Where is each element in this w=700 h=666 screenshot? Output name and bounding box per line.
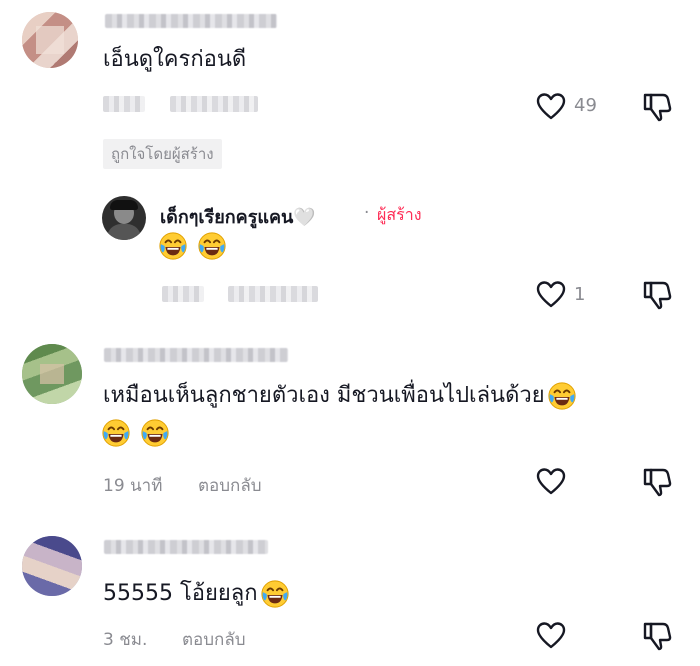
reply-button[interactable]: ตอบกลับ (182, 626, 246, 653)
commenter-avatar[interactable] (22, 536, 82, 596)
separator-dot: · (364, 203, 370, 223)
thumbs-down-icon[interactable] (641, 466, 673, 498)
thumbs-down-icon[interactable] (641, 91, 673, 123)
comment-text: เอ็นดูใครก่อนดี (103, 47, 247, 72)
heart-icon[interactable] (535, 620, 567, 652)
commenter-username[interactable] (104, 348, 288, 362)
thumbs-down-icon[interactable] (641, 279, 673, 311)
comment-text-line: 55555 โอ้ยยลูก (103, 581, 258, 606)
comment-emoji-row (101, 418, 181, 450)
tears-of-joy-emoji-icon (260, 579, 290, 609)
creator-liked-badge: ถูกใจโดยผู้สร้าง (103, 139, 222, 169)
comment-meta (103, 96, 145, 112)
heart-icon[interactable] (535, 91, 567, 123)
comment-text: เหมือนเห็นลูกชายตัวเอง มีชวนเพื่อนไปเล่น… (103, 381, 577, 411)
tears-of-joy-emoji-icon (197, 231, 227, 261)
comment-text-line: เหมือนเห็นลูกชายตัวเอง มีชวนเพื่อนไปเล่น… (103, 383, 545, 408)
commenter-avatar[interactable] (22, 12, 78, 68)
like-count: 1 (574, 284, 586, 305)
thumbs-down-icon[interactable] (641, 620, 673, 652)
heart-icon[interactable] (535, 279, 567, 311)
reply-button[interactable]: ตอบกลับ (198, 472, 262, 499)
comment-time: 3 ชม. (103, 630, 148, 650)
commenter-username[interactable] (105, 14, 277, 28)
reply-meta (162, 286, 204, 302)
comment-time: 19 นาที (103, 476, 163, 496)
creator-avatar[interactable] (102, 196, 146, 240)
commenter-username[interactable] (104, 540, 268, 554)
tears-of-joy-emoji-icon (547, 381, 577, 411)
commenter-avatar[interactable] (22, 344, 82, 404)
comment-text: 55555 โอ้ยยลูก (103, 579, 290, 609)
tears-of-joy-emoji-icon (158, 231, 188, 261)
reply-button[interactable] (170, 96, 258, 112)
creator-username[interactable]: เด็กๆเรียกครูแคน🤍 (160, 202, 316, 231)
tears-of-joy-emoji-icon (101, 418, 131, 448)
tears-of-joy-emoji-icon (140, 418, 170, 448)
reply-emoji-row (158, 231, 238, 263)
like-count: 49 (574, 95, 597, 116)
creator-tag: ผู้สร้าง (377, 205, 422, 224)
heart-icon[interactable] (535, 466, 567, 498)
reply-reply-button[interactable] (228, 286, 318, 302)
